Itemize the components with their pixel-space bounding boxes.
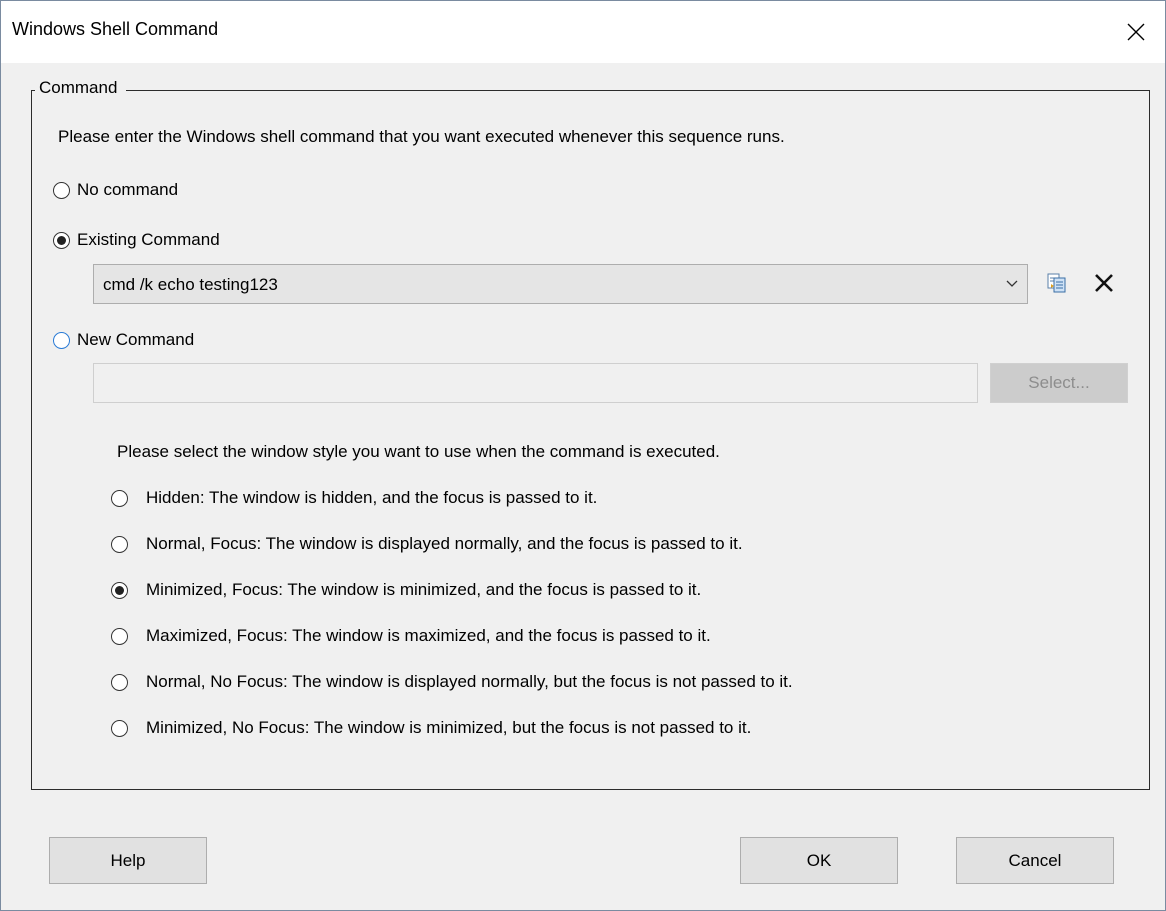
window-style-option-minimized-focus[interactable]: Minimized, Focus: The window is minimize… bbox=[109, 579, 1009, 603]
window-style-label: Hidden: The window is hidden, and the fo… bbox=[146, 488, 598, 507]
window-style-label: Maximized, Focus: The window is maximize… bbox=[146, 626, 711, 645]
chevron-down-icon bbox=[1006, 280, 1018, 287]
help-button[interactable]: Help bbox=[49, 837, 207, 884]
close-icon bbox=[1127, 23, 1145, 41]
shell-command-dialog: Windows Shell Command Command Please ent… bbox=[0, 0, 1166, 911]
window-style-label: Normal, No Focus: The window is displaye… bbox=[146, 672, 793, 691]
window-style-prompt: Please select the window style you want … bbox=[117, 442, 720, 461]
cancel-button[interactable]: Cancel bbox=[956, 837, 1114, 884]
window-style-option-maximized-focus[interactable]: Maximized, Focus: The window is maximize… bbox=[109, 625, 1009, 649]
window-title: Windows Shell Command bbox=[12, 19, 219, 39]
delete-x-icon bbox=[1095, 274, 1113, 292]
window-style-label: Normal, Focus: The window is displayed n… bbox=[146, 534, 743, 553]
existing-command-radio[interactable] bbox=[53, 232, 70, 249]
window-style-radio[interactable] bbox=[111, 490, 128, 507]
window-style-option-hidden[interactable]: Hidden: The window is hidden, and the fo… bbox=[109, 487, 1009, 511]
existing-command-dropdown[interactable]: cmd /k echo testing123 bbox=[93, 264, 1028, 304]
ok-button[interactable]: OK bbox=[740, 837, 898, 884]
window-style-option-normal-focus[interactable]: Normal, Focus: The window is displayed n… bbox=[109, 533, 1009, 557]
close-button[interactable] bbox=[1107, 1, 1165, 63]
window-style-label: Minimized, Focus: The window is minimize… bbox=[146, 580, 702, 599]
window-style-option-minimized-no-focus[interactable]: Minimized, No Focus: The window is minim… bbox=[109, 717, 1009, 741]
existing-command-label: Existing Command bbox=[77, 230, 220, 249]
title-bar: Windows Shell Command bbox=[1, 1, 1165, 63]
window-style-radio[interactable] bbox=[111, 720, 128, 737]
window-style-option-normal-no-focus[interactable]: Normal, No Focus: The window is displaye… bbox=[109, 671, 1029, 695]
window-style-radio[interactable] bbox=[111, 628, 128, 645]
new-command-radio-option[interactable]: New Command bbox=[51, 329, 351, 353]
delete-command-button[interactable] bbox=[1086, 266, 1122, 300]
copy-icon bbox=[1047, 273, 1066, 293]
existing-command-value: cmd /k echo testing123 bbox=[103, 275, 278, 294]
new-command-input[interactable] bbox=[93, 363, 978, 403]
window-style-radio[interactable] bbox=[111, 536, 128, 553]
copy-command-button[interactable] bbox=[1040, 268, 1074, 298]
window-style-radio[interactable] bbox=[111, 674, 128, 691]
existing-command-radio-option[interactable]: Existing Command bbox=[51, 229, 351, 253]
window-style-radio[interactable] bbox=[111, 582, 128, 599]
window-style-label: Minimized, No Focus: The window is minim… bbox=[146, 718, 752, 737]
no-command-radio[interactable] bbox=[53, 182, 70, 199]
command-group-legend: Command bbox=[35, 78, 127, 98]
new-command-radio[interactable] bbox=[53, 332, 70, 349]
command-instruction: Please enter the Windows shell command t… bbox=[58, 127, 785, 146]
select-command-button[interactable]: Select... bbox=[990, 363, 1128, 403]
new-command-label: New Command bbox=[77, 330, 195, 349]
no-command-label: No command bbox=[77, 180, 179, 199]
no-command-radio-option[interactable]: No command bbox=[51, 179, 301, 203]
